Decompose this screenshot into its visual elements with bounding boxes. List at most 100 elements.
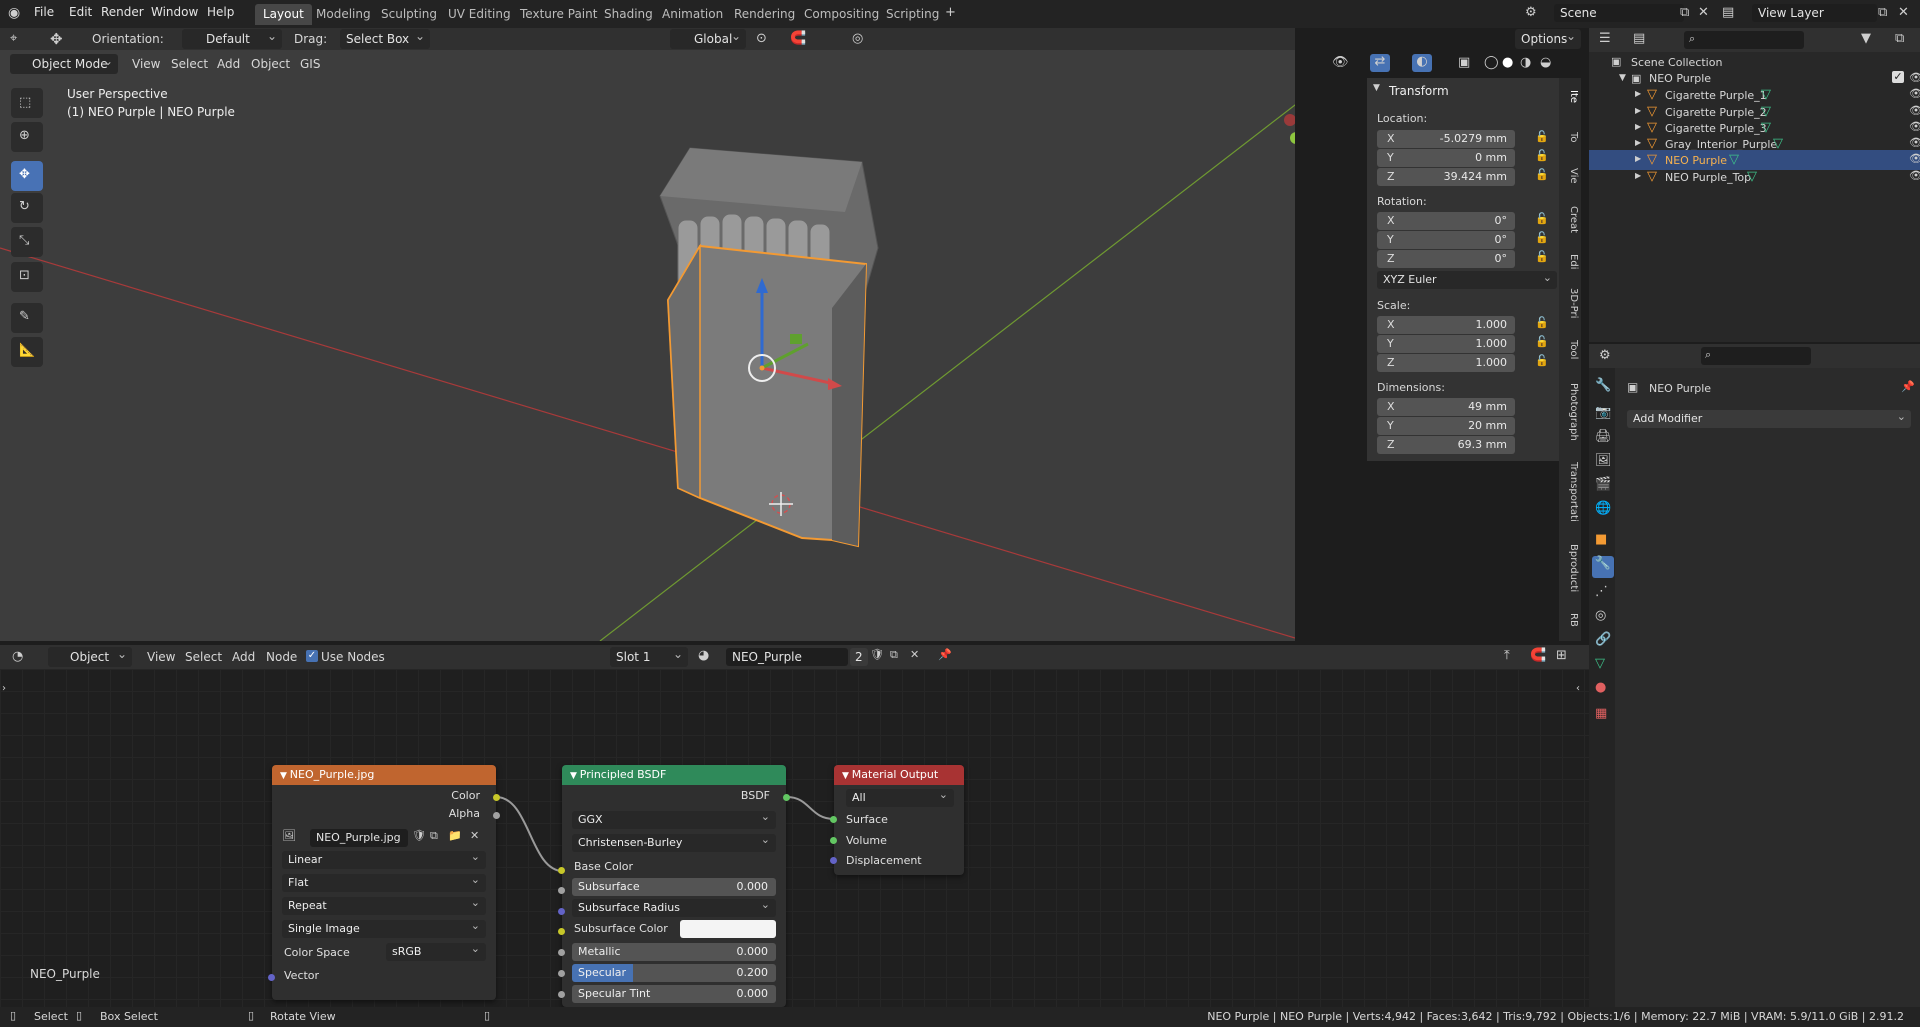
rotation-x-field[interactable]: X 0° (1377, 212, 1515, 230)
dimension-x-field[interactable]: X 49 mm (1377, 398, 1515, 416)
subsurface-color-input-socket[interactable] (558, 928, 565, 935)
expand-arrow-icon[interactable]: ▶ (1635, 154, 1641, 163)
lock-rotation-x-icon[interactable]: 🔓 (1535, 212, 1549, 225)
transform-tool-button[interactable]: ⊡ (11, 262, 43, 292)
extension-dropdown[interactable]: Repeat (282, 896, 486, 915)
object-tab-icon[interactable]: ■ (1595, 532, 1607, 547)
node-editor-object-dropdown[interactable]: Object (48, 647, 132, 667)
material-tab-icon[interactable]: ● (1595, 680, 1606, 695)
subsurface-input-socket[interactable] (558, 887, 565, 894)
gizmo-toggle-icon[interactable]: ⇄ (1370, 54, 1390, 72)
new-view-layer-icon[interactable]: ⧉ (1878, 5, 1887, 20)
collection-checkbox-icon[interactable]: ✓ (1892, 71, 1904, 83)
alpha-output-socket[interactable] (493, 812, 500, 819)
display-mode-icon[interactable]: ▤ (1633, 31, 1645, 46)
projection-dropdown[interactable]: Flat (282, 873, 486, 892)
cursor-tool-button[interactable]: ⊕ (11, 122, 43, 152)
properties-editor-icon[interactable]: ⚙ (1599, 348, 1611, 363)
sidebar-tab-rb[interactable]: RB (1563, 613, 1579, 627)
material-output-node[interactable]: ▼ Material Output All Surface Volume Dis… (834, 765, 964, 875)
collapse-node-icon[interactable]: ▼ (570, 771, 580, 781)
bsdf-node-header[interactable]: ▼ Principled BSDF (562, 765, 786, 785)
node-menu-add[interactable]: Add (232, 650, 255, 664)
view-layer-selector[interactable]: View Layer (1752, 4, 1877, 22)
add-modifier-dropdown[interactable]: Add Modifier (1627, 410, 1911, 428)
menu-help[interactable]: Help (207, 5, 234, 19)
scene-collection-label[interactable]: Scene Collection (1631, 56, 1722, 69)
viewport-menu-select[interactable]: Select (171, 57, 208, 71)
image-texture-node[interactable]: ▼ NEO_Purple.jpg Color Alpha 🖼 NEO_Purpl… (272, 765, 496, 1000)
scale-x-field[interactable]: X 1.000 (1377, 316, 1515, 334)
menu-render[interactable]: Render (101, 5, 144, 19)
displacement-input-socket[interactable] (830, 857, 837, 864)
scene-selector[interactable]: Scene (1554, 4, 1684, 22)
use-nodes-label[interactable]: Use Nodes (321, 650, 385, 664)
visibility-eye-icon[interactable]: 👁 (1909, 152, 1920, 165)
tab-layout[interactable]: Layout (255, 4, 312, 25)
use-nodes-checkbox[interactable]: ✓ (306, 650, 318, 662)
orientation-dropdown[interactable]: Default (182, 29, 282, 49)
color-space-dropdown[interactable]: sRGB (386, 942, 486, 961)
tab-scripting[interactable]: Scripting (878, 4, 947, 25)
move-tool-button[interactable]: ✥ (11, 161, 43, 191)
menu-edit[interactable]: Edit (69, 5, 92, 19)
visibility-eye-icon[interactable]: 👁 (1909, 120, 1920, 133)
tab-shading[interactable]: Shading (596, 4, 661, 25)
color-output-socket[interactable] (493, 794, 500, 801)
scene-icon[interactable]: ⚙ (1525, 5, 1537, 20)
metallic-input-socket[interactable] (558, 949, 565, 956)
node-snap-mode-icon[interactable]: ⊞ (1556, 648, 1567, 663)
sidebar-tab-photograph[interactable]: Photograph (1563, 383, 1579, 441)
specular-input-socket[interactable] (558, 970, 565, 977)
pin-icon[interactable]: 📌 (1901, 380, 1915, 393)
new-scene-icon[interactable]: ⧉ (1680, 5, 1689, 20)
viewport-menu-gis[interactable]: GIS (300, 57, 320, 71)
blender-logo-icon[interactable]: ◉ (8, 5, 20, 21)
lock-rotation-y-icon[interactable]: 🔓 (1535, 231, 1549, 244)
image-open-icon[interactable]: 📁 (448, 829, 462, 842)
world-tab-icon[interactable]: 🌐 (1595, 501, 1611, 516)
outliner-editor-icon[interactable]: ☰ (1599, 31, 1611, 46)
collection-label[interactable]: NEO Purple (1649, 72, 1711, 85)
3d-viewport[interactable]: User Perspective (1) NEO Purple | NEO Pu… (0, 78, 1295, 641)
location-y-field[interactable]: Y0 mm (1377, 149, 1515, 167)
pivot-icon[interactable]: ⊙ (756, 31, 767, 46)
subsurface-radius-dropdown[interactable]: Subsurface Radius (572, 898, 776, 917)
location-z-field[interactable]: Z 39.424 mm (1377, 168, 1515, 186)
surface-input-socket[interactable] (830, 816, 837, 823)
expand-icon[interactable]: ▼ (1619, 73, 1626, 83)
image-unlink-icon[interactable]: ✕ (470, 829, 479, 842)
slot-dropdown[interactable]: Slot 1 (610, 647, 688, 667)
select-tool-button[interactable]: ⬚ (11, 88, 43, 118)
shading-solid-icon[interactable]: ● (1502, 55, 1513, 70)
lock-scale-x-icon[interactable]: 🔓 (1535, 316, 1549, 329)
visibility-eye-icon[interactable]: 👁 (1909, 136, 1920, 149)
sidebar-tab-item[interactable]: Ite (1563, 90, 1579, 103)
material-name-field[interactable]: NEO_Purple (726, 648, 848, 666)
sidebar-tab-3d-print[interactable]: 3D-Pri (1563, 288, 1579, 318)
expand-arrow-icon[interactable]: ▶ (1635, 106, 1641, 115)
collection-eye-icon[interactable]: 👁 (1909, 71, 1920, 84)
constraints-tab-icon[interactable]: 🔗 (1595, 632, 1611, 647)
tool-tab-icon[interactable]: 🔧 (1595, 378, 1611, 393)
output-node-header[interactable]: ▼ Material Output (834, 765, 964, 785)
tab-animation[interactable]: Animation (654, 4, 731, 25)
delete-scene-icon[interactable]: ✕ (1698, 5, 1709, 20)
lock-location-y-icon[interactable]: 🔓 (1535, 149, 1549, 162)
render-tab-icon[interactable]: 📷 (1595, 405, 1611, 420)
scale-y-field[interactable]: Y 1.000 (1377, 335, 1515, 353)
proportional-edit-icon[interactable]: ◎ (852, 31, 863, 46)
collapse-node-icon[interactable]: ▼ (842, 771, 852, 781)
subsurface-field[interactable]: Subsurface 0.000 (572, 878, 776, 896)
interpolation-dropdown[interactable]: Linear (282, 850, 486, 869)
metallic-field[interactable]: Metallic 0.000 (572, 943, 776, 961)
image-type-icon[interactable]: 🖼 (282, 829, 296, 842)
material-browse-icon[interactable]: ◕ (698, 648, 709, 663)
measure-tool-button[interactable]: 📐 (11, 337, 43, 367)
visibility-eye-icon[interactable]: 👁 (1909, 104, 1920, 117)
menu-window[interactable]: Window (151, 5, 198, 19)
subsurface-radius-input-socket[interactable] (558, 908, 565, 915)
move-tool-icon[interactable]: ✥ (50, 30, 63, 48)
subsurface-color-swatch[interactable] (680, 920, 776, 938)
lock-rotation-z-icon[interactable]: 🔓 (1535, 250, 1549, 263)
